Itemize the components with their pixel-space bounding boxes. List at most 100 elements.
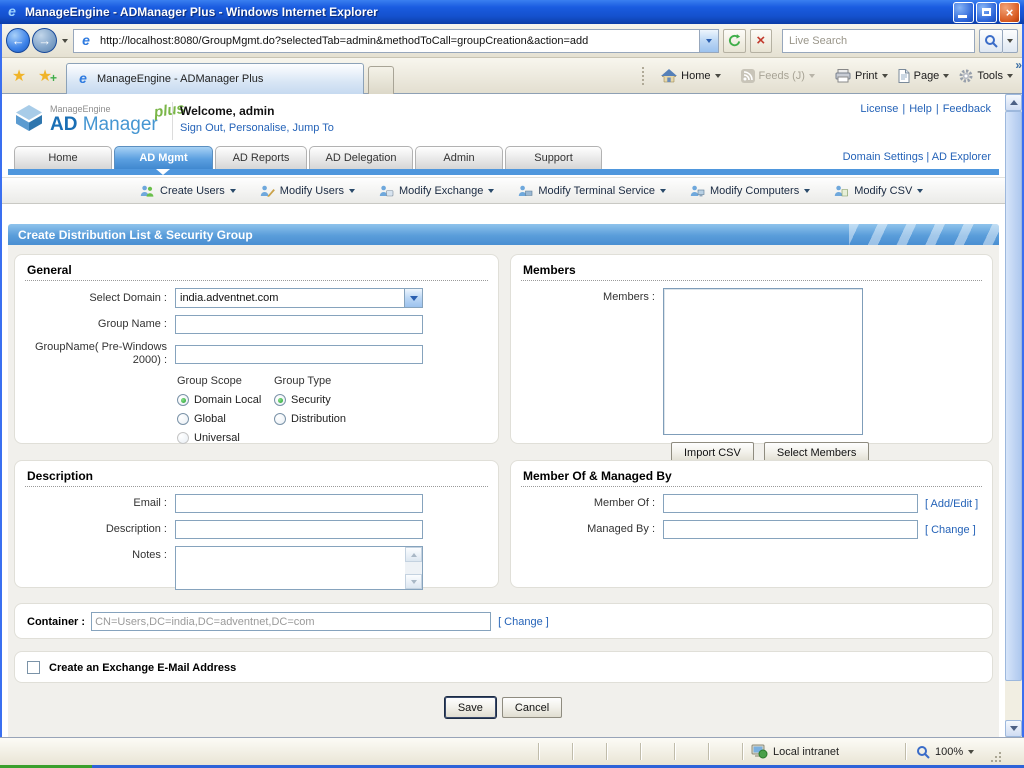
select-domain-dropdown[interactable]: india.adventnet.com [175,288,423,308]
scroll-up-button[interactable] [405,547,422,562]
scrollbar-down-button[interactable] [1005,720,1022,737]
menu-modify-csv[interactable]: Modify CSV [834,184,924,197]
section-divider [25,280,488,281]
container-panel: Container : [ Change ] [14,603,993,639]
help-link[interactable]: Help [909,103,932,115]
radio-distribution[interactable]: Distribution [274,413,346,425]
security-zone: Local intranet [743,738,905,765]
refresh-button[interactable] [722,28,746,53]
notes-textarea[interactable] [175,546,423,590]
add-favorite-icon[interactable] [34,66,57,89]
radio-universal[interactable]: Universal [177,432,274,444]
minimize-button[interactable] [953,1,974,23]
radio-label: Distribution [291,413,347,425]
radio-label: Global [194,413,226,425]
radio-icon[interactable] [177,394,189,406]
menu-modify-exchange[interactable]: Modify Exchange [379,184,495,197]
form-actions: Save Cancel [8,697,999,718]
pre-windows-2000-label: GroupName( Pre-Windows 2000) : [34,341,167,366]
status-cell [709,738,742,765]
container-change-link[interactable]: [ Change ] [498,616,549,628]
search-input[interactable] [787,33,970,48]
menu-label: Modify CSV [854,184,913,197]
group-name-input[interactable] [175,315,423,334]
page-button[interactable]: Page [893,69,955,83]
toolbar-drag-handle[interactable] [642,67,646,85]
scroll-down-button[interactable] [405,574,422,589]
home-button[interactable]: Home [656,69,725,83]
search-button[interactable] [978,28,1004,53]
radio-domain-local[interactable]: Domain Local [177,394,274,406]
chevron-down-icon [881,74,888,78]
member-of-input[interactable] [663,494,918,513]
favorites-star-icon[interactable] [8,66,30,88]
menu-modify-computers[interactable]: Modify Computers [690,185,811,197]
cancel-button[interactable]: Cancel [501,697,563,718]
history-dropdown-icon[interactable] [61,38,68,43]
radio-icon[interactable] [274,413,286,425]
session-links[interactable]: Sign Out, Personalise, Jump To [180,122,334,134]
tab-ad-delegation[interactable]: AD Delegation [309,146,413,169]
feedback-link[interactable]: Feedback [943,103,991,115]
managed-by-change-link[interactable]: [ Change ] [925,524,976,536]
scrollbar-thumb[interactable] [1005,111,1022,681]
print-button[interactable]: Print [830,69,893,83]
exchange-checkbox[interactable] [27,661,40,674]
email-input[interactable] [175,494,423,513]
add-edit-link[interactable]: [ Add/Edit ] [925,498,978,510]
brand-manageengine: ManageEngine [50,104,111,114]
radio-security[interactable]: Security [274,394,346,406]
menu-modify-terminal-service[interactable]: Modify Terminal Service [518,185,666,197]
dropdown-button[interactable] [404,289,422,307]
save-button[interactable]: Save [444,697,496,718]
tab-ad-mgmt[interactable]: AD Mgmt [114,146,213,169]
textarea-scrollbar [405,547,422,589]
new-tab-button[interactable] [368,66,394,94]
top-links: License | Help | Feedback [860,103,991,115]
page-icon [898,69,910,83]
resize-grip[interactable] [990,751,1003,764]
tab-support[interactable]: Support [505,146,602,169]
tools-label: Tools [977,70,1003,82]
pre-windows-2000-input[interactable] [175,344,423,364]
address-input[interactable] [97,33,699,48]
members-listbox[interactable] [663,288,863,435]
address-bar-row [0,24,1024,58]
tools-button[interactable]: Tools [954,69,1018,83]
radio-icon[interactable] [177,413,189,425]
description-label: Description : [105,523,167,535]
feeds-button[interactable]: Feeds (J) [736,69,820,83]
browser-window: ManageEngine - ADManager Plus - Windows … [0,0,1024,768]
license-link[interactable]: License [860,103,898,115]
menu-label: Create Users [160,184,225,197]
menu-modify-users[interactable]: Modify Users [260,185,355,197]
tab-admin[interactable]: Admin [415,146,503,169]
gear-icon [959,69,973,83]
maximize-button[interactable] [976,1,997,23]
menu-label: Modify Exchange [398,184,484,197]
forward-button[interactable] [32,28,57,53]
managed-by-input[interactable] [663,520,918,539]
radio-icon[interactable] [274,394,286,406]
scrollbar-up-button[interactable] [1005,94,1022,111]
browser-tab-title: ManageEngine - ADManager Plus [97,73,264,85]
browser-tab[interactable]: ManageEngine - ADManager Plus [66,63,364,94]
back-button[interactable] [6,28,31,53]
ad-explorer-link[interactable]: AD Explorer [932,151,991,163]
container-input[interactable] [91,612,492,631]
menu-create-users[interactable]: Create Users [140,185,236,197]
zoom-control[interactable]: 100% [906,738,988,765]
tab-home[interactable]: Home [14,146,112,169]
toolbar-more-button[interactable]: » [1015,58,1022,72]
domain-settings-link[interactable]: Domain Settings [843,151,924,163]
address-dropdown-button[interactable] [698,29,718,52]
radio-icon[interactable] [177,432,189,444]
close-button[interactable]: × [999,1,1020,23]
page-scrollbar[interactable] [1005,94,1022,737]
stop-button[interactable] [749,28,773,53]
tab-ad-reports[interactable]: AD Reports [215,146,307,169]
zoom-icon [917,745,930,759]
radio-global[interactable]: Global [177,413,274,425]
search-dropdown-button[interactable] [1003,28,1018,53]
description-input[interactable] [175,520,423,539]
